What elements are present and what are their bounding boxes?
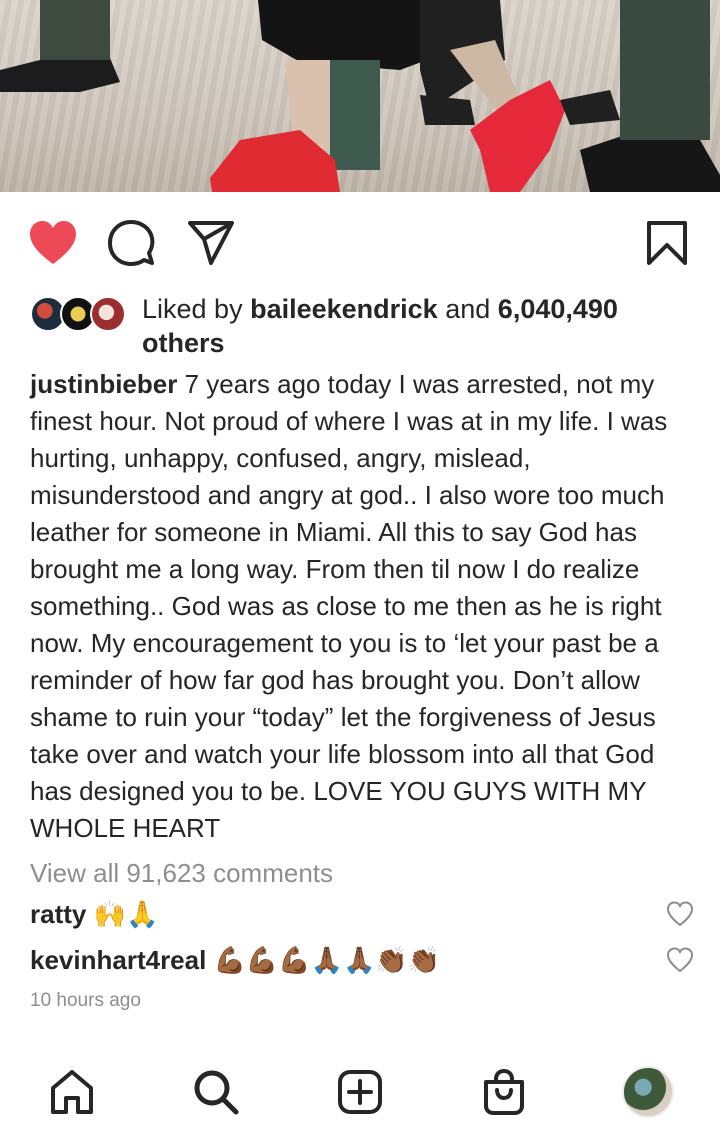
nav-shop[interactable] — [476, 1064, 532, 1120]
heart-outline-icon[interactable] — [666, 900, 694, 928]
shop-bag-icon — [484, 1068, 524, 1115]
nav-profile[interactable] — [620, 1064, 676, 1120]
post-caption: justinbieber 7 years ago today I was arr… — [30, 366, 694, 847]
comment-body: 🙌🙏 — [93, 899, 159, 929]
heart-icon — [30, 221, 76, 264]
likes-suffix[interactable]: others — [142, 328, 225, 358]
nav-new-post[interactable] — [332, 1064, 388, 1120]
comment-row: kevinhart4real 💪🏾💪🏾💪🏾🙏🏾🙏🏾👏🏾👏🏾 — [30, 940, 694, 980]
heart-outline-icon[interactable] — [666, 946, 694, 974]
post-photo[interactable] — [0, 0, 720, 192]
nav-search[interactable] — [188, 1064, 244, 1120]
view-all-comments-link[interactable]: View all 91,623 comments — [30, 856, 333, 890]
comment-body: 💪🏾💪🏾💪🏾🙏🏾🙏🏾👏🏾👏🏾 — [213, 945, 441, 975]
home-icon — [51, 1070, 93, 1114]
comment-icon — [108, 220, 155, 266]
avatar — [90, 296, 126, 332]
comment-row: ratty 🙌🙏 — [30, 894, 694, 934]
search-icon — [194, 1070, 239, 1115]
comment-button[interactable] — [104, 214, 158, 272]
comment-text: kevinhart4real 💪🏾💪🏾💪🏾🙏🏾🙏🏾👏🏾👏🏾 — [30, 940, 694, 980]
add-post-icon — [338, 1070, 382, 1114]
post-action-bar — [26, 214, 690, 272]
likes-summary[interactable]: Liked by baileekendrick and 6,040,490 ot… — [30, 292, 690, 364]
likes-and: and — [445, 294, 491, 324]
caption-text: 7 years ago today I was arrested, not my… — [30, 369, 668, 843]
likes-count[interactable]: 6,040,490 — [498, 294, 618, 324]
liked-by-username[interactable]: baileekendrick — [250, 294, 438, 324]
paper-plane-icon — [188, 221, 234, 265]
post-timestamp: 10 hours ago — [30, 990, 141, 1011]
likes-prefix: Liked by — [142, 294, 243, 324]
nav-home[interactable] — [44, 1064, 100, 1120]
likes-text: Liked by baileekendrick and 6,040,490 ot… — [142, 292, 690, 360]
bookmark-icon — [647, 221, 687, 265]
profile-avatar — [622, 1066, 674, 1118]
comment-text: ratty 🙌🙏 — [30, 894, 694, 934]
bottom-nav — [0, 1050, 720, 1134]
like-button[interactable] — [26, 214, 80, 272]
save-button[interactable] — [640, 214, 694, 272]
share-button[interactable] — [184, 214, 238, 272]
liker-avatars — [30, 296, 130, 336]
caption-username[interactable]: justinbieber — [30, 369, 177, 399]
photo-scene — [0, 0, 720, 192]
comment-username[interactable]: ratty — [30, 899, 86, 929]
comment-username[interactable]: kevinhart4real — [30, 945, 206, 975]
